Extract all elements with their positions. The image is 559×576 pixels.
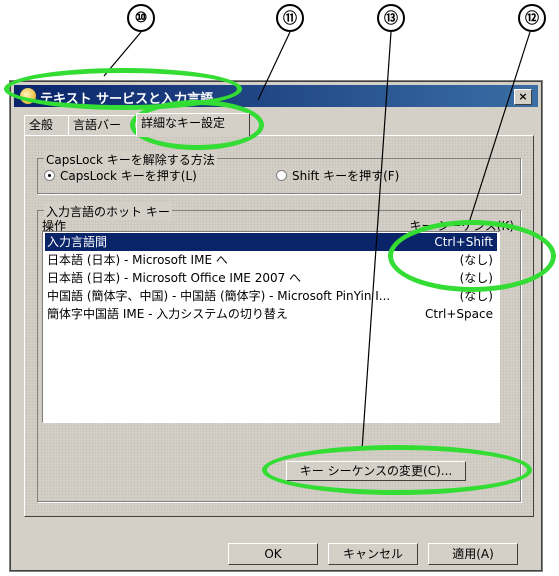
callout-line-13 bbox=[361, 31, 392, 451]
callout-line-12 bbox=[467, 31, 531, 227]
callout-lines bbox=[103, 31, 531, 451]
tab-advanced-key-settings[interactable]: 詳細なキー設定 bbox=[136, 113, 250, 137]
callout-line-11 bbox=[257, 31, 291, 101]
callout-line-10 bbox=[103, 31, 142, 77]
